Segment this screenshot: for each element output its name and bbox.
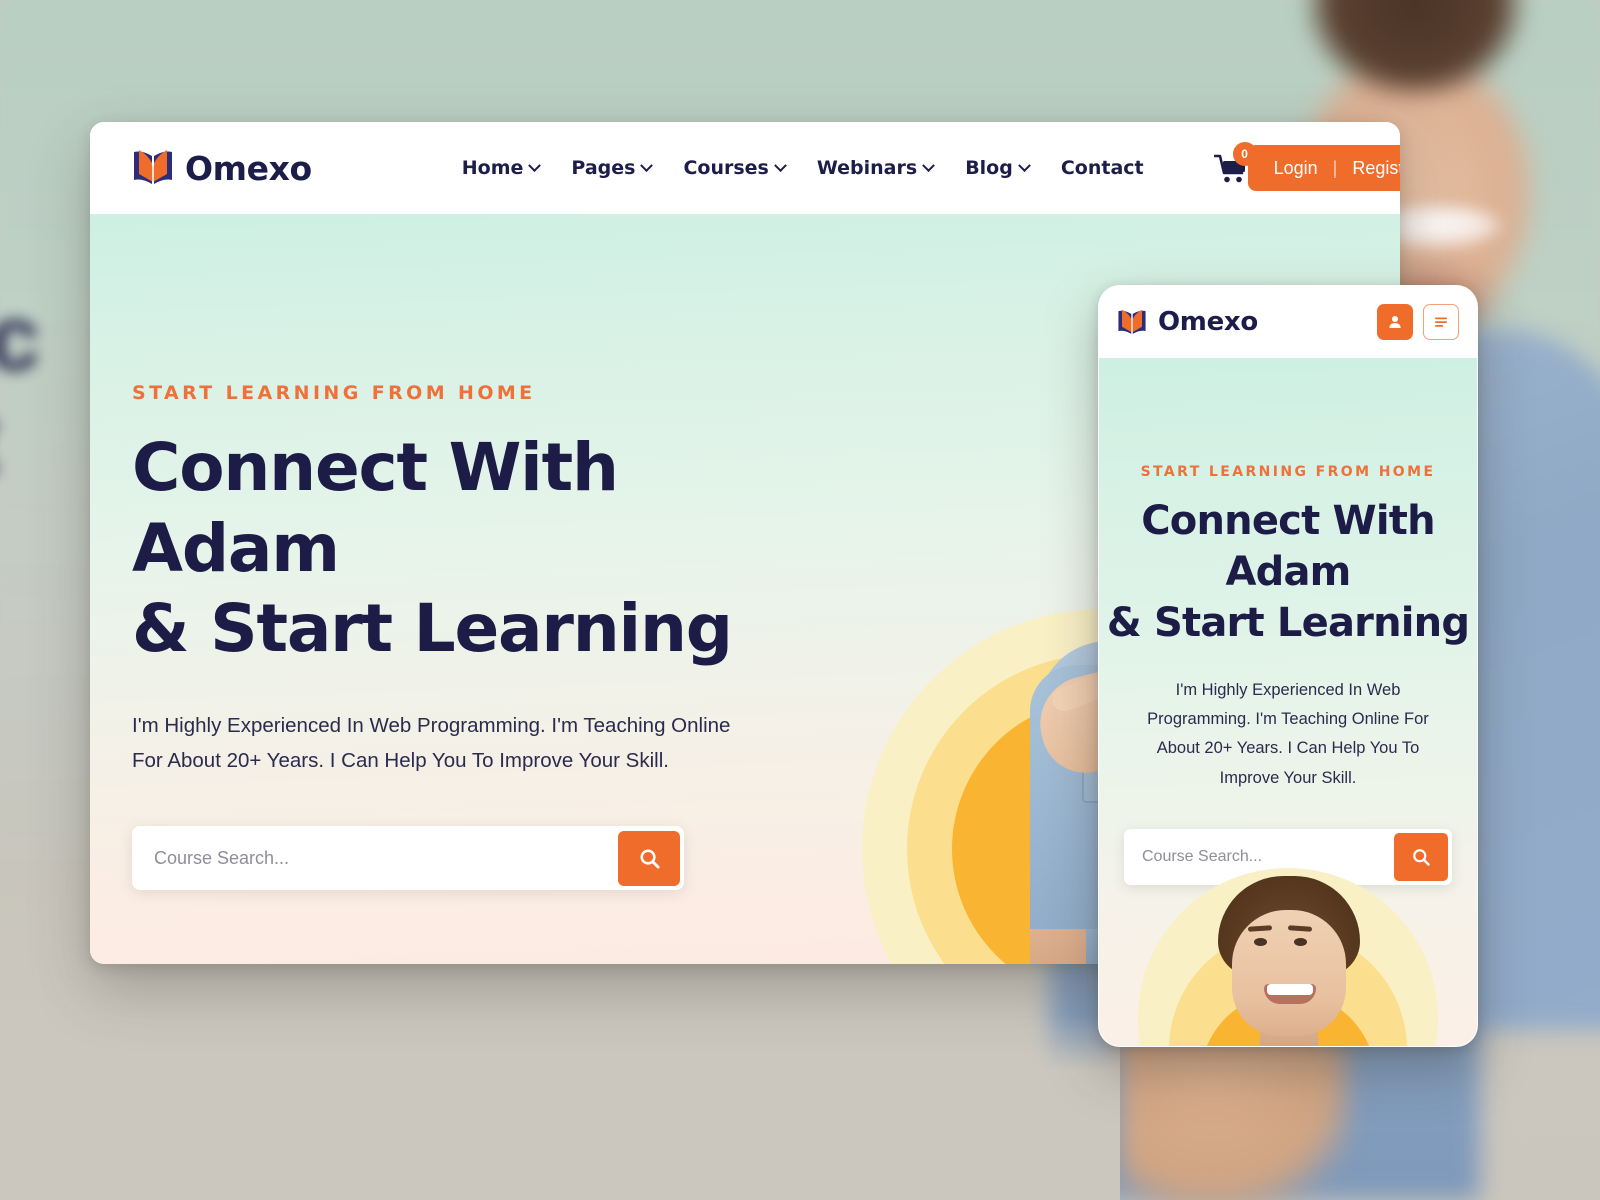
desktop-navbar: Omexo Home Pages Courses Webinars Blog C… [90,122,1400,214]
search-button[interactable] [618,830,680,886]
hero-headline: Connect With Adam & Start Learning [132,428,812,670]
mobile-account-button[interactable] [1377,304,1413,340]
hamburger-menu-icon [1435,317,1447,327]
menu-item-blog[interactable]: Blog [965,157,1031,179]
menu-item-courses-label: Courses [683,157,769,179]
desktop-main-menu: Home Pages Courses Webinars Blog Contact [461,142,1257,184]
background-bottom-fade [0,1015,1120,1200]
auth-button-group[interactable]: Login | Register [1247,145,1400,191]
hero-eyebrow: START LEARNING FROM HOME [132,382,536,404]
mobile-navbar: Omexo [1099,286,1477,358]
brand-name: Omexo [185,148,312,188]
mobile-phone-mockup: Omexo START LEARNING FROM HOME Connect W… [1098,285,1478,1047]
mobile-nav-actions [1377,304,1459,340]
chevron-down-icon [640,158,654,172]
menu-item-pages[interactable]: Pages [571,157,654,179]
menu-item-home-label: Home [461,157,524,179]
hero-headline-line2: & Start Learning [132,590,733,668]
hero-subtext: I'm Highly Experienced In Web Programmin… [132,713,731,772]
open-book-icon [1117,308,1147,337]
mobile-hero-eyebrow: START LEARNING FROM HOME [1140,464,1436,480]
menu-item-pages-label: Pages [571,157,636,179]
menu-item-courses[interactable]: Courses [683,157,787,179]
login-button[interactable]: Login [1274,158,1318,179]
desktop-hero-copy: START LEARNING FROM HOME Connect With Ad… [132,382,812,891]
mobile-hero-subtext: I'm Highly Experienced In Web Programmin… [1147,680,1429,787]
mobile-brand-name: Omexo [1158,307,1258,337]
menu-item-webinars-label: Webinars [816,157,918,179]
menu-item-webinars[interactable]: Webinars [816,157,936,179]
mobile-hero-section: START LEARNING FROM HOME Connect With Ad… [1099,358,1477,1046]
search-icon [639,849,660,869]
menu-item-blog-label: Blog [965,157,1013,179]
course-search-bar [132,826,684,891]
mobile-menu-button[interactable] [1423,304,1459,340]
mobile-search-input[interactable] [1142,848,1394,866]
menu-item-contact[interactable]: Contact [1061,157,1144,179]
mobile-hero-headline-line1: Connect With Adam [1141,498,1435,596]
mobile-hero-headline: Connect With Adam & Start Learning [1099,496,1477,650]
chevron-down-icon [774,158,787,172]
open-book-icon [132,148,174,188]
auth-separator: | [1332,157,1338,178]
register-button[interactable]: Register [1352,158,1400,179]
brand-logo[interactable]: Omexo [132,148,312,188]
background-person-arm [1120,1030,1350,1200]
chevron-down-icon [1017,158,1031,172]
menu-item-contact-label: Contact [1060,157,1144,179]
chevron-down-icon [922,158,936,172]
mobile-brand-logo[interactable]: Omexo [1117,307,1258,337]
mobile-search-button[interactable] [1394,833,1448,881]
menu-item-home[interactable]: Home [461,157,542,179]
cart-button[interactable]: 0 [1213,142,1257,184]
mobile-hero-headline-line2: & Start Learning [1106,600,1470,647]
mobile-hero-person-photo [1198,876,1378,1046]
hero-headline-line1: Connect With Adam [132,429,619,587]
cart-count-badge: 0 [1232,142,1257,166]
chevron-down-icon [528,158,542,172]
search-input[interactable] [154,847,618,869]
user-icon [1389,316,1401,328]
search-icon [1413,849,1430,866]
